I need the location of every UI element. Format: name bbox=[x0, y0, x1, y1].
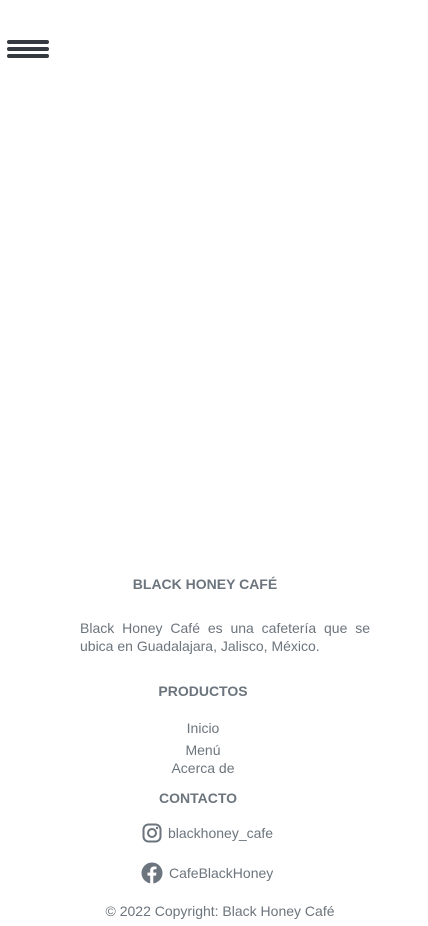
footer-link-inicio[interactable]: Inicio bbox=[0, 720, 406, 736]
facebook-icon bbox=[141, 862, 163, 884]
hamburger-bar bbox=[7, 54, 49, 58]
copyright-text: © 2022 Copyright: Black Honey Café bbox=[105, 903, 335, 919]
footer-description: Black Honey Café es una cafetería que se… bbox=[80, 620, 370, 654]
footer-link-acerca-de[interactable]: Acerca de bbox=[0, 760, 406, 776]
facebook-link[interactable]: CafeBlackHoney bbox=[141, 862, 273, 884]
footer-contact-title: CONTACTO bbox=[158, 790, 238, 806]
instagram-icon bbox=[142, 823, 162, 843]
hamburger-bar bbox=[7, 47, 49, 51]
instagram-handle: blackhoney_cafe bbox=[168, 825, 274, 841]
hamburger-menu-icon[interactable] bbox=[7, 40, 49, 62]
footer-brand-title: BLACK HONEY CAFÉ bbox=[132, 576, 278, 592]
footer-link-menu[interactable]: Menú bbox=[0, 742, 406, 758]
instagram-link[interactable]: blackhoney_cafe bbox=[142, 823, 273, 843]
facebook-handle: CafeBlackHoney bbox=[169, 865, 274, 881]
footer-products-title: PRODUCTOS bbox=[158, 683, 248, 699]
page: BLACK HONEY CAFÉ Black Honey Café es una… bbox=[0, 0, 428, 926]
hamburger-bar bbox=[7, 40, 49, 44]
